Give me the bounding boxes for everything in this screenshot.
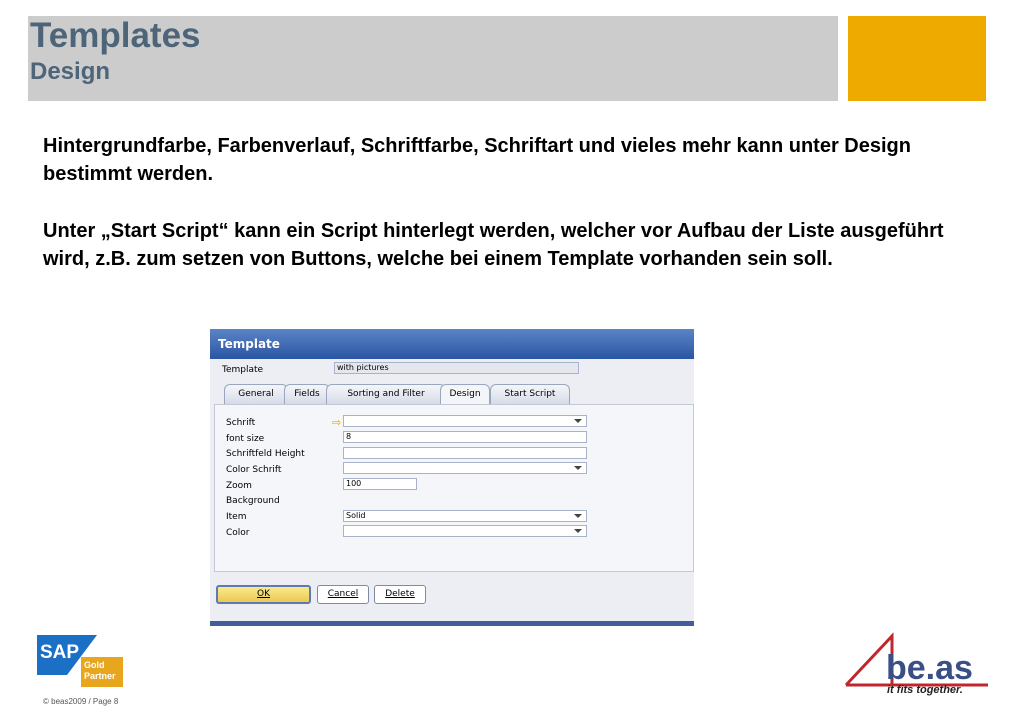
delete-button[interactable]: Delete [374,585,426,604]
arrow-right-icon: ⇨ [332,416,342,429]
font-size-label: font size [226,434,265,444]
copyright-text: © beas2009 / Page 8 [43,697,119,706]
sap-gold-partner-text: Gold Partner [84,660,116,681]
accent-block [848,16,986,101]
color-schrift-dropdown[interactable] [343,462,587,474]
zoom-label: Zoom [226,481,252,491]
item-label: Item [226,512,247,522]
color-label: Color [226,528,250,538]
template-label: Template [222,365,264,375]
tab-general[interactable]: General [224,384,288,404]
page-subtitle: Design [30,58,111,85]
schrift-label: Schrift [226,418,256,428]
zoom-field[interactable]: 100 [343,478,417,490]
template-name-field[interactable]: with pictures [334,362,579,374]
ok-button[interactable]: OK [216,585,311,604]
paragraph-start-script: Unter „Start Script“ kann ein Script hin… [43,220,944,270]
paragraph-design: Hintergrundfarbe, Farbenverlauf, Schrift… [43,135,911,185]
color-schrift-label: Color Schrift [226,465,282,475]
tab-design[interactable]: Design [440,384,490,405]
beas-tagline: it fits together. [887,684,963,696]
cancel-button[interactable]: Cancel [317,585,369,604]
tab-bar: General Fields Sorting and Filter Design… [214,384,694,405]
schrift-dropdown[interactable] [343,415,587,427]
color-dropdown[interactable] [343,525,587,537]
page-title: Templates [30,16,201,55]
font-size-value: 8 [346,432,352,441]
dialog-title: Template [210,329,694,359]
design-tab-panel [214,404,694,572]
sap-logo-text: SAP [40,642,79,663]
template-name-value: with pictures [337,363,389,372]
tab-fields[interactable]: Fields [284,384,330,404]
zoom-value: 100 [346,479,362,488]
tab-sorting-and-filter[interactable]: Sorting and Filter [326,384,446,404]
schriftfeld-height-label: Schriftfeld Height [226,449,305,459]
chevron-down-icon [574,529,582,533]
item-value: Solid [346,511,366,520]
chevron-down-icon [574,419,582,423]
chevron-down-icon [574,466,582,470]
dialog-bottom-strip [210,621,694,626]
schriftfeld-height-field[interactable] [343,447,587,459]
beas-logo: be.as [844,632,988,687]
font-size-field[interactable]: 8 [343,431,587,443]
background-label: Background [226,496,280,506]
beas-logo-text: be.as [886,649,973,687]
chevron-down-icon [574,514,582,518]
template-dialog: Template Template with pictures General … [210,329,694,626]
item-dropdown[interactable]: Solid [343,510,587,522]
tab-start-script[interactable]: Start Script [490,384,570,404]
